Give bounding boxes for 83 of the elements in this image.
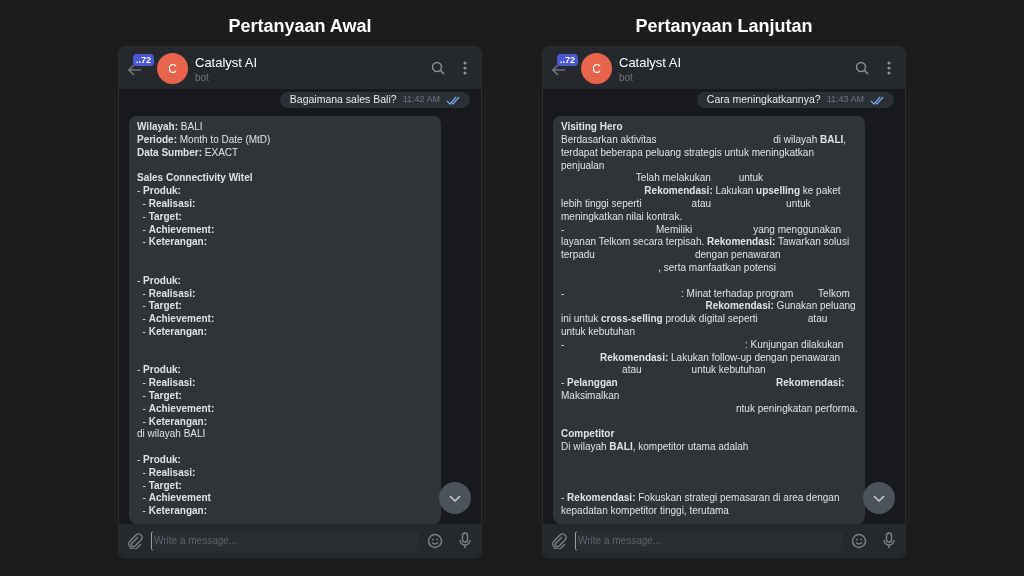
message-line: Maksimalkan (561, 390, 620, 403)
avatar: C (581, 53, 612, 84)
message-text: Cara meningkatkannya? (706, 92, 821, 108)
message-line: - : Minat terhadap program Telkom (561, 287, 850, 301)
double-check-icon (446, 95, 460, 105)
message-line: Periode: Month to Date (MtD) (137, 134, 271, 147)
message-line: - : Kunjungan dilakukan (561, 338, 844, 352)
message-line: lebih tinggi seperti atau untuk (561, 198, 811, 211)
message-line: Telah melakukan untuk (634, 172, 764, 186)
smiley-icon[interactable] (851, 532, 867, 549)
message-line: Data Sumber: EXACT (137, 146, 239, 160)
message-line: - Realisasi: (141, 287, 196, 301)
message-line: Rekomendasi: Gunakan peluang (704, 300, 856, 314)
back-arrow-icon (552, 64, 566, 76)
message-line: - Produk: (137, 364, 181, 378)
search-icon[interactable] (855, 61, 869, 75)
message-line: - Realisasi: (141, 198, 196, 211)
search-icon[interactable] (431, 61, 445, 75)
message-line: - Achievement (141, 492, 211, 506)
message-line: Rekomendasi: Lakukan upselling ke paket (643, 185, 841, 199)
chevron-down-icon (449, 494, 461, 502)
message-line: - Achievement: (141, 313, 215, 327)
message-line: ini untuk cross-selling produk digital seperti atau (561, 313, 828, 327)
message-line: Sales Connectivity Witel (137, 172, 253, 186)
message-line: - Pelanggan Rekomendasi: (561, 377, 845, 391)
message-line: - Memiliki yang menggunakan (561, 223, 842, 237)
message-line: - Produk: (137, 185, 181, 199)
message-line: - Target: (141, 210, 182, 224)
message-line: - Keterangan: (141, 415, 208, 429)
message-time: 11:42 AM (402, 93, 440, 107)
message-line: penjualan (561, 159, 605, 173)
message-line: Rekomendasi: Lakukan follow-up dengan penawaran (598, 351, 841, 365)
message-line: ntuk peningkatan performa. (735, 402, 857, 416)
message-line: kepadatan kompetitor tinggi, terutama (561, 505, 729, 518)
unread-badge: ..72 (133, 54, 154, 66)
message-line: - Produk: (137, 274, 181, 288)
message-line: Wilayah: BALI (137, 121, 203, 135)
message-line: - Produk: (137, 454, 181, 467)
message-line: layanan Telkom secara terpisah. Rekomendasi: Tawarkan solusi (561, 236, 850, 250)
message-line: - Keterangan: (141, 505, 208, 518)
message-line: - Target: (141, 390, 182, 403)
more-icon[interactable] (463, 61, 467, 75)
message-line: terpadu dengan penawaran (561, 249, 781, 263)
smiley-icon[interactable] (427, 532, 443, 549)
message-time: 11:43 AM (826, 93, 864, 107)
scroll-down-button[interactable] (439, 482, 471, 514)
more-icon[interactable] (887, 61, 891, 75)
message-line: di wilayah BALI (137, 428, 206, 442)
scroll-down-button[interactable] (863, 482, 895, 514)
message-line: - Keterangan: (141, 236, 208, 250)
message-text: Bagaimana sales Bali? (289, 92, 397, 108)
unread-badge: ..72 (557, 54, 578, 66)
paperclip-icon[interactable] (127, 532, 143, 549)
chat-subtitle: bot (195, 71, 209, 84)
message-line: - Achievement: (141, 223, 215, 237)
paperclip-icon[interactable] (551, 532, 567, 549)
message-line: - Realisasi: (141, 377, 196, 391)
message-line: Visiting Hero (561, 121, 623, 135)
avatar: C (157, 53, 188, 84)
message-line: meningkatkan nilai kontrak. (561, 210, 683, 224)
message-line: - Achievement: (141, 402, 215, 416)
message-line: Di wilayah BALI, kompetitor utama adalah (561, 441, 749, 454)
chevron-down-icon (873, 494, 885, 502)
panel-heading: Pertanyaan Lanjutan (635, 15, 813, 38)
message-line: Berdasarkan aktivitas di wilayah BALI, (561, 134, 847, 147)
message-line: - Keterangan: (141, 326, 208, 339)
chat-title: Catalyst AI (619, 55, 682, 71)
message-line: , serta manfaatkan potensi (657, 262, 777, 275)
chat-title: Catalyst AI (195, 55, 258, 71)
message-line: untuk kebutuhan (561, 326, 635, 339)
message-line: terdapat beberapa peluang strategis untuk meningkatkan (561, 146, 814, 160)
chat-subtitle: bot (619, 71, 633, 84)
back-arrow-icon (128, 64, 142, 76)
message-line: - Realisasi: (141, 466, 196, 480)
message-line: - Rekomendasi: Fokuskan strategi pemasaran di area dengan (561, 492, 840, 506)
microphone-icon[interactable] (459, 532, 471, 549)
double-check-icon (870, 95, 884, 105)
message-line: Competitor (561, 428, 615, 442)
message-line: - Target: (141, 300, 182, 314)
message-line: atau untuk kebutuhan (621, 364, 766, 378)
message-line: - Target: (141, 479, 182, 493)
microphone-icon[interactable] (883, 532, 895, 549)
panel-heading: Pertanyaan Awal (228, 15, 372, 38)
